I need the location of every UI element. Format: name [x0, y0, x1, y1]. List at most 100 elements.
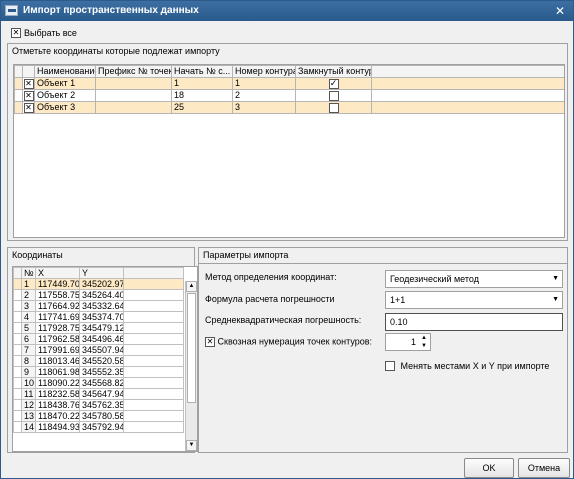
scroll-up-icon[interactable]: ▲ — [186, 281, 197, 292]
coord-col-x-header[interactable]: X — [35, 267, 80, 279]
object-check-icon[interactable] — [23, 90, 34, 101]
object-name-cell[interactable]: Объект 3 — [34, 101, 96, 114]
object-name-cell[interactable]: Объект 2 — [34, 89, 96, 102]
coord-y-cell[interactable]: 345792.94 — [79, 421, 124, 433]
select-all-check-icon[interactable] — [11, 27, 21, 38]
coord-y-cell[interactable]: 345647.94 — [79, 388, 124, 400]
coordinate-row[interactable]: 14 118494.93 345792.94 — [13, 421, 184, 433]
coordinate-row[interactable]: 3 117664.92 345332.64 — [13, 300, 184, 312]
object-row[interactable]: Объект 2 182 — [14, 89, 564, 102]
coordinate-row[interactable]: 13 118470.22 345780.58 — [13, 410, 184, 422]
coordinate-row[interactable]: 4 117741.69 345374.70 — [13, 311, 184, 323]
scroll-down-icon[interactable]: ▼ — [186, 440, 197, 451]
closed-check-icon[interactable] — [328, 90, 339, 101]
col-contour-header[interactable]: Номер контура — [232, 65, 296, 78]
object-prefix-cell[interactable] — [95, 101, 172, 114]
coord-x-cell[interactable]: 117928.75 — [35, 322, 80, 334]
select-all-checkbox[interactable]: Выбрать все — [11, 26, 77, 38]
object-closed-cell[interactable] — [295, 101, 372, 114]
coord-x-cell[interactable]: 118438.76 — [35, 399, 80, 411]
chevron-down-icon[interactable]: ▼ — [552, 292, 559, 308]
object-closed-cell[interactable] — [295, 77, 372, 90]
coord-y-cell[interactable]: 345568.82 — [79, 377, 124, 389]
coord-y-cell[interactable]: 345332.64 — [79, 300, 124, 312]
coordinate-row[interactable]: 2 117558.75 345264.40 — [13, 289, 184, 301]
through-numbering-check-icon[interactable] — [205, 336, 215, 347]
close-icon[interactable]: ✕ — [553, 1, 567, 21]
coord-x-cell[interactable]: 117741.69 — [35, 311, 80, 323]
coordinate-row[interactable]: 11 118232.58 345647.94 — [13, 388, 184, 400]
coordinate-row[interactable]: 10 118090.22 345568.82 — [13, 377, 184, 389]
swap-xy-checkbox[interactable]: Менять местами X и Y при импорте — [385, 359, 549, 371]
object-start-cell[interactable]: 25 — [171, 101, 233, 114]
object-row[interactable]: Объект 3 253 — [14, 101, 564, 114]
coord-col-num-header[interactable]: № — [21, 267, 36, 279]
coordinate-row[interactable]: 8 118013.46 345520.58 — [13, 355, 184, 367]
object-contour-cell[interactable]: 3 — [232, 101, 296, 114]
closed-check-icon[interactable] — [328, 78, 339, 89]
col-closed-header[interactable]: Замкнутый контур — [295, 65, 372, 78]
formula-select[interactable]: 1+1 ▼ — [385, 291, 563, 309]
coord-y-cell[interactable]: 345762.35 — [79, 399, 124, 411]
object-check-icon[interactable] — [23, 102, 34, 113]
object-contour-cell[interactable]: 2 — [232, 89, 296, 102]
coord-y-cell[interactable]: 345202.97 — [79, 278, 124, 290]
through-numbering-stepper[interactable]: 1 ▲ ▼ — [385, 333, 431, 351]
spin-down-icon[interactable]: ▼ — [418, 342, 430, 350]
object-row[interactable]: Объект 1 11 — [14, 77, 564, 90]
coord-y-cell[interactable]: 345507.94 — [79, 344, 124, 356]
col-name-header[interactable]: Наименование — [34, 65, 96, 78]
coord-x-cell[interactable]: 117449.70 — [35, 278, 80, 290]
coord-x-cell[interactable]: 117558.75 — [35, 289, 80, 301]
rms-input[interactable]: 0.10 — [385, 313, 563, 331]
coord-x-cell[interactable]: 118061.98 — [35, 366, 80, 378]
object-check-icon[interactable] — [23, 78, 34, 89]
scroll-thumb[interactable] — [187, 293, 196, 403]
object-prefix-cell[interactable] — [95, 89, 172, 102]
coord-y-cell[interactable]: 345520.58 — [79, 355, 124, 367]
coord-x-cell[interactable]: 118090.22 — [35, 377, 80, 389]
col-start-header[interactable]: Начать № с... — [171, 65, 233, 78]
coord-x-cell[interactable]: 117991.69 — [35, 344, 80, 356]
coord-filler-cell — [123, 410, 184, 422]
coord-y-cell[interactable]: 345552.35 — [79, 366, 124, 378]
object-name-cell[interactable]: Объект 1 — [34, 77, 96, 90]
cancel-button[interactable]: Отмена — [518, 458, 570, 478]
coord-y-cell[interactable]: 345264.40 — [79, 289, 124, 301]
coord-col-y-header[interactable]: Y — [79, 267, 124, 279]
ok-button[interactable]: OK — [464, 458, 514, 478]
closed-check-icon[interactable] — [328, 102, 339, 113]
object-closed-cell[interactable] — [295, 89, 372, 102]
coord-x-cell[interactable]: 117664.92 — [35, 300, 80, 312]
object-start-cell[interactable]: 18 — [171, 89, 233, 102]
coord-y-cell[interactable]: 345374.70 — [79, 311, 124, 323]
coordinates-scrollbar[interactable]: ▲ ▼ — [185, 281, 197, 451]
coord-filler-cell — [123, 289, 184, 301]
chevron-down-icon[interactable]: ▼ — [552, 271, 559, 287]
object-row-checkbox[interactable] — [22, 77, 35, 90]
object-prefix-cell[interactable] — [95, 77, 172, 90]
swap-xy-check-icon[interactable] — [385, 360, 395, 371]
method-select[interactable]: Геодезический метод ▼ — [385, 270, 563, 288]
object-contour-cell[interactable]: 1 — [232, 77, 296, 90]
coordinate-row[interactable]: 7 117991.69 345507.94 — [13, 344, 184, 356]
coordinate-row[interactable]: 6 117962.58 345496.46 — [13, 333, 184, 345]
coord-x-cell[interactable]: 118013.46 — [35, 355, 80, 367]
coordinate-row[interactable]: 9 118061.98 345552.35 — [13, 366, 184, 378]
through-numbering-checkbox[interactable]: Сквозная нумерация точек контуров: — [205, 335, 372, 347]
coordinate-row[interactable]: 1 117449.70 345202.97 — [13, 278, 184, 290]
coord-y-cell[interactable]: 345479.12 — [79, 322, 124, 334]
coord-x-cell[interactable]: 118470.22 — [35, 410, 80, 422]
coordinate-row[interactable]: 12 118438.76 345762.35 — [13, 399, 184, 411]
object-start-cell[interactable]: 1 — [171, 77, 233, 90]
spin-up-icon[interactable]: ▲ — [418, 334, 430, 342]
object-row-checkbox[interactable] — [22, 89, 35, 102]
coord-y-cell[interactable]: 345780.58 — [79, 410, 124, 422]
col-prefix-header[interactable]: Префикс № точек — [95, 65, 172, 78]
coord-x-cell[interactable]: 117962.58 — [35, 333, 80, 345]
object-row-checkbox[interactable] — [22, 101, 35, 114]
coord-y-cell[interactable]: 345496.46 — [79, 333, 124, 345]
coord-x-cell[interactable]: 118232.58 — [35, 388, 80, 400]
coordinate-row[interactable]: 5 117928.75 345479.12 — [13, 322, 184, 334]
coord-x-cell[interactable]: 118494.93 — [35, 421, 80, 433]
